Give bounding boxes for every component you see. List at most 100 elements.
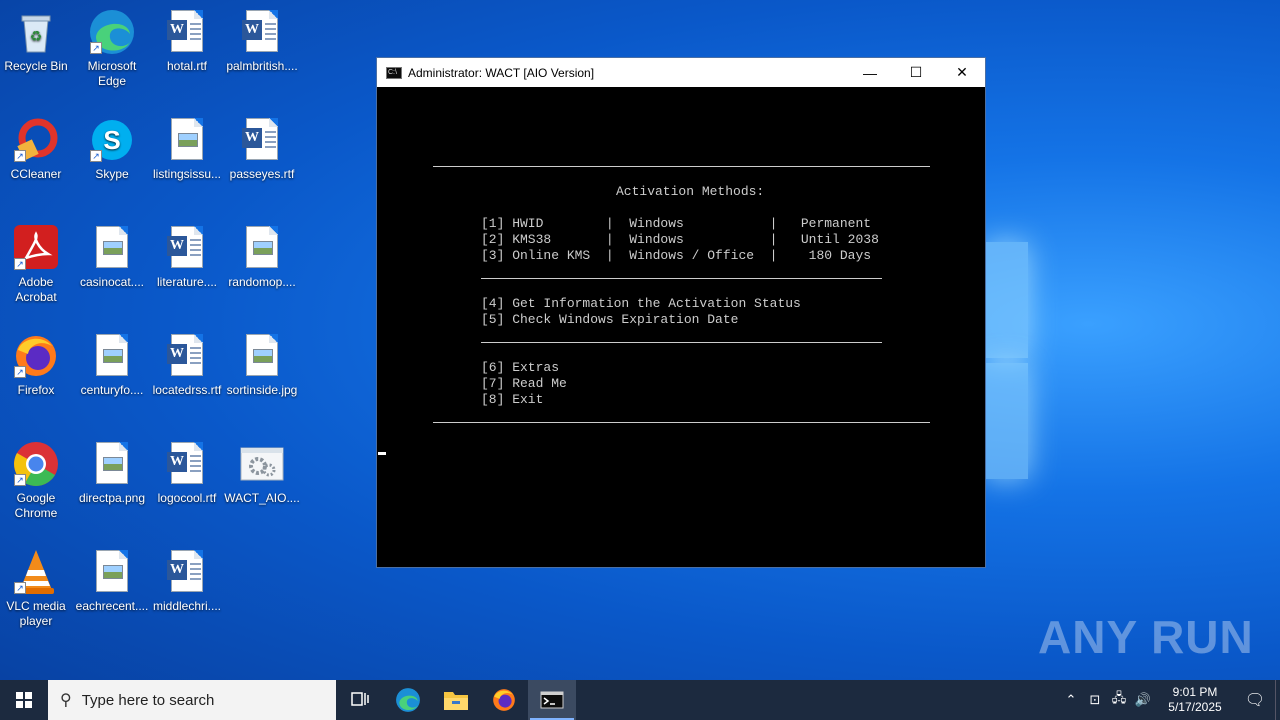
chevron-up-icon[interactable]: ⌃ [1059,692,1083,708]
firefox-icon: ↗ [12,332,60,380]
menu-option-kms38: [2] KMS38 | Windows | Until 2038 [481,232,879,247]
desktop-icon-label: Firefox [17,383,55,397]
desktop-icon-label: casinocat.... [79,275,145,289]
desktop-icon-microsoft-edge[interactable]: ↗ Microsoft Edge [74,8,150,89]
taskbar-file-explorer-button[interactable] [432,680,480,720]
taskbar-clock[interactable]: 9:01 PM 5/17/2025 [1159,685,1231,715]
task-view-button[interactable] [336,680,384,720]
close-button[interactable]: ✕ [939,58,985,87]
menu-option-hwid: [1] HWID | Windows | Permanent [481,216,872,231]
taskbar-firefox-button[interactable] [480,680,528,720]
desktop-icon-middlechri[interactable]: W middlechri.... [149,548,225,614]
image-file-icon [88,332,136,380]
desktop-icon-listingsissu[interactable]: listingsissu... [149,116,225,182]
recycle-bin-icon: ♻ [12,8,60,56]
network-drive-icon[interactable]: ⊡ [1083,692,1107,708]
image-file-icon [163,116,211,164]
desktop-icon-palmbritish[interactable]: W palmbritish.... [224,8,300,74]
image-file-icon [238,224,286,272]
system-tray: ⌃ ⊡ 🖧 🔊 9:01 PM 5/17/2025 🗨 [1059,680,1280,720]
command-prompt-icon: C:\ [386,66,402,79]
desktop-icon-firefox[interactable]: ↗ Firefox [0,332,74,398]
settings-executable-icon [238,440,286,488]
taskbar-edge-button[interactable] [384,680,432,720]
desktop-icon-label: VLC media player [6,599,66,628]
word-document-icon: W [238,116,286,164]
window-titlebar[interactable]: C:\ Administrator: WACT [AIO Version] — … [377,58,985,87]
windows-logo-wallpaper [985,230,1045,490]
desktop-icon-skype[interactable]: S ↗ Skype [74,116,150,182]
desktop-icon-adobe-acrobat[interactable]: ↗ Adobe Acrobat [0,224,74,305]
desktop-icon-google-chrome[interactable]: ↗ Google Chrome [0,440,74,521]
start-button[interactable] [0,680,48,720]
task-view-icon [351,692,369,706]
word-document-icon: W [238,8,286,56]
desktop-icon-logocool[interactable]: W logocool.rtf [149,440,225,506]
word-document-icon: W [163,8,211,56]
menu-option-extras: [6] Extras [481,360,560,375]
volume-icon[interactable]: 🔊 [1131,692,1155,708]
taskbar: ⚲ Type here to search ⌃ ⊡ 🖧 🔊 9:01 PM 5/… [0,680,1280,720]
desktop-icon-label: Microsoft Edge [87,59,137,88]
notification-center-icon[interactable]: 🗨 [1235,690,1275,710]
command-prompt-icon [540,691,564,709]
desktop-icon-label: locatedrss.rtf [152,383,222,397]
desktop-icon-label: listingsissu... [152,167,222,181]
skype-icon: S ↗ [88,116,136,164]
divider [481,278,882,279]
console-window[interactable]: C:\ Administrator: WACT [AIO Version] — … [376,57,986,568]
desktop-icon-randomop[interactable]: randomop.... [224,224,300,290]
window-title: Administrator: WACT [AIO Version] [408,65,595,80]
desktop-icon-label: literature.... [156,275,218,289]
taskbar-command-prompt-button[interactable] [528,680,576,720]
desktop-icon-label: WACT_AIO.... [224,491,300,505]
menu-option-activation-status: [4] Get Information the Activation Statu… [481,296,801,311]
clock-time: 9:01 PM [1172,685,1218,699]
desktop-icon-label: Skype [95,167,129,181]
word-document-icon: W [163,224,211,272]
menu-option-online-kms: [3] Online KMS | Windows / Office | 180 … [481,248,872,263]
desktop-icon-label: directpa.png [78,491,146,505]
svg-text:S: S [103,125,120,155]
taskbar-search-box[interactable]: ⚲ Type here to search [48,680,336,720]
show-desktop-button[interactable] [1275,680,1280,720]
firefox-icon [493,689,515,711]
menu-option-exit: [8] Exit [481,392,544,407]
image-file-icon [88,224,136,272]
desktop-icon-label: passeyes.rtf [229,167,295,181]
desktop-icon-locatedrss[interactable]: W locatedrss.rtf [149,332,225,398]
desktop-icon-sortinside[interactable]: sortinside.jpg [224,332,300,398]
clock-date: 5/17/2025 [1168,700,1222,714]
desktop-icon-label: CCleaner [10,167,62,181]
desktop-icon-casinocat[interactable]: casinocat.... [74,224,150,290]
desktop-icon-directpa[interactable]: directpa.png [74,440,150,506]
desktop-icon-ccleaner[interactable]: ↗ CCleaner [0,116,74,182]
desktop-icon-label: hotal.rtf [166,59,208,73]
minimize-button[interactable]: — [847,58,893,87]
maximize-button[interactable]: ☐ [893,58,939,87]
image-file-icon [88,440,136,488]
ccleaner-icon: ↗ [12,116,60,164]
desktop-icon-hotal[interactable]: W hotal.rtf [149,8,225,74]
desktop-icon-eachrecent[interactable]: eachrecent.... [74,548,150,614]
console-output[interactable]: Activation Methods: [1] HWID | Windows |… [377,87,985,567]
watermark-text: ANY RUN [1038,611,1254,663]
search-placeholder: Type here to search [81,691,215,709]
word-document-icon: W [163,548,211,596]
file-explorer-icon [444,692,468,710]
desktop-icon-vlc[interactable]: ↗ VLC media player [0,548,74,629]
anyrun-watermark: ANY RUN [1038,610,1254,664]
desktop-icon-recycle-bin[interactable]: ♻ Recycle Bin [0,8,74,74]
search-icon: ⚲ [60,692,72,709]
desktop-icon-wact-aio[interactable]: WACT_AIO.... [224,440,300,506]
desktop-icon-label: Google Chrome [14,491,58,520]
desktop-icon-centuryfo[interactable]: centuryfo.... [74,332,150,398]
network-icon[interactable]: 🖧 [1107,689,1131,711]
menu-option-read-me: [7] Read Me [481,376,567,391]
desktop-icon-literature[interactable]: W literature.... [149,224,225,290]
image-file-icon [88,548,136,596]
image-file-icon [238,332,286,380]
desktop-icon-passeyes[interactable]: W passeyes.rtf [224,116,300,182]
desktop-icon-label: Adobe Acrobat [15,275,57,304]
menu-option-expiration-date: [5] Check Windows Expiration Date [481,312,739,327]
